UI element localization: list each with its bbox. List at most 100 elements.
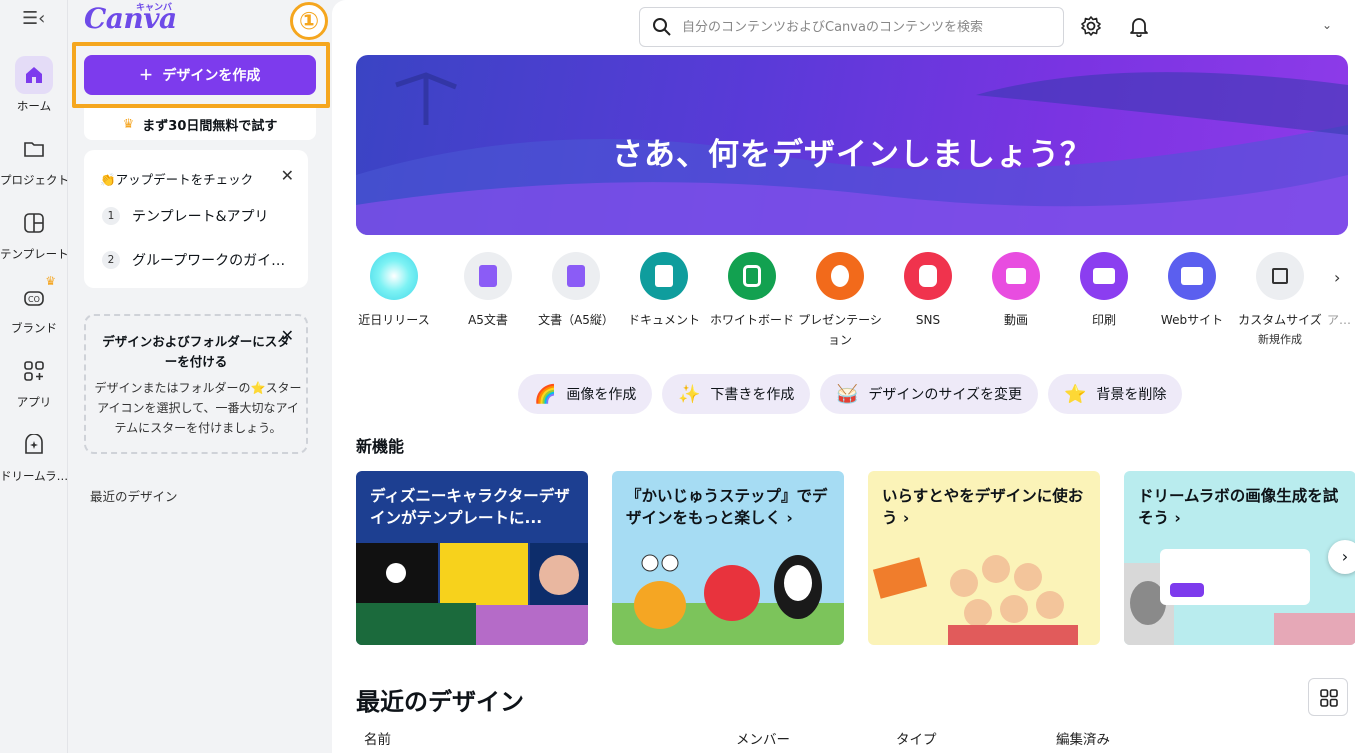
gear-icon[interactable] — [1080, 15, 1102, 37]
logo-kana: キャンバ — [136, 3, 173, 13]
free-trial-button[interactable]: ♛ まず30日間無料で試す — [84, 108, 316, 140]
design-type-a5-portrait[interactable]: 文書（A5縦） — [532, 252, 620, 330]
design-type-custom-size[interactable]: カスタムサイズ 新規作成 — [1236, 252, 1324, 350]
column-header-edited[interactable]: 編集済み — [1056, 728, 1110, 748]
feature-card-image — [872, 555, 1078, 645]
design-type-sns[interactable]: SNS — [884, 252, 972, 330]
chip-label: 下書きを作成 — [710, 387, 795, 403]
chevron-down-icon[interactable]: ⌄ — [1322, 18, 1332, 32]
document-icon — [552, 252, 600, 300]
design-type-presentation[interactable]: プレゼンテーション — [796, 252, 884, 350]
star-tip-title: デザインおよびフォルダーにスターを付ける — [102, 334, 290, 369]
update-item[interactable]: 1 テンプレート&アプリ — [102, 206, 302, 226]
search-box[interactable] — [639, 7, 1064, 47]
free-trial-label: まず30日間無料で試す — [142, 118, 278, 134]
bell-icon[interactable] — [1128, 15, 1150, 37]
feature-card-image — [612, 554, 844, 645]
feature-card-dream-lab[interactable]: ドリームラボの画像生成を試そう › — [1124, 471, 1355, 645]
feature-card-image — [356, 543, 588, 645]
update-item[interactable]: 2 グループワークのガイ… — [102, 250, 302, 270]
chip-label: デザインのサイズを変更 — [868, 387, 1023, 403]
close-icon[interactable]: ✕ — [281, 326, 294, 345]
crop-icon — [1256, 252, 1304, 300]
docs-icon — [640, 252, 688, 300]
column-header-members[interactable]: メンバー — [736, 728, 790, 748]
design-type-label: カスタムサイズ — [1238, 313, 1322, 327]
feature-card-image — [1124, 549, 1355, 645]
home-icon — [15, 56, 53, 94]
chevron-right-icon[interactable]: › — [1328, 540, 1355, 574]
design-type-label: 動画 — [1003, 313, 1028, 327]
search-input[interactable] — [682, 19, 1042, 35]
feature-card-kaiju[interactable]: 『かいじゅうステップ』でデザインをもっと楽しく › — [612, 471, 844, 645]
document-icon — [464, 252, 512, 300]
create-design-button[interactable]: + デザインを作成 — [84, 55, 316, 95]
whiteboard-icon — [728, 252, 776, 300]
rail-item-templates[interactable]: テンプレート — [0, 204, 68, 262]
magic-wand-icon: ✨ — [678, 383, 701, 405]
resize-icon: 🥁 — [836, 383, 859, 405]
close-icon[interactable]: ✕ — [281, 166, 294, 185]
rail-item-home[interactable]: ホーム — [0, 56, 68, 114]
design-type-label: ア… — [1326, 313, 1351, 327]
chip-create-image[interactable]: 🌈 画像を作成 — [518, 374, 653, 414]
design-type-a5-doc[interactable]: A5文書 — [444, 252, 532, 330]
left-rail: ☰‹ ホーム プロジェクト テンプレート ♛ CO ブランド アプリ ドリームラ… — [0, 0, 68, 753]
design-type-label: ホワイトボード — [709, 313, 794, 327]
hero-banner: さあ、何をデザインしましょう？ — [356, 55, 1348, 235]
plus-icon: + — [139, 62, 153, 87]
side-panel: Canva キャンバ ① + デザインを作成 ♛ まず30日間無料で試す 👏アッ… — [68, 0, 332, 753]
design-type-website[interactable]: Webサイト — [1148, 252, 1236, 330]
design-type-label: プレゼンテーション — [798, 313, 882, 347]
column-header-type[interactable]: タイプ — [896, 728, 937, 748]
design-type-label: 印刷 — [1091, 313, 1116, 327]
feature-card-title: ディズニーキャラクターデザインがテンプレートに... — [370, 487, 570, 527]
chip-resize-design[interactable]: 🥁 デザインのサイズを変更 — [820, 374, 1039, 414]
design-type-more[interactable]: ア… — [1324, 252, 1354, 330]
step-marker: ① — [290, 2, 328, 40]
sparkle-icon — [370, 252, 418, 300]
design-type-coming-soon[interactable]: 近日リリース — [350, 252, 438, 330]
template-icon — [15, 204, 53, 242]
update-item-label: グループワークのガイ… — [132, 253, 286, 269]
update-item-label: テンプレート&アプリ — [132, 209, 269, 225]
feature-card-irasutoya[interactable]: いらすとやをデザインに使おう › — [868, 471, 1100, 645]
grid-view-button[interactable] — [1308, 678, 1348, 716]
brand-icon: CO — [15, 278, 53, 316]
feature-card-title: いらすとやをデザインに使おう › — [882, 487, 1084, 527]
design-type-label: 近日リリース — [358, 313, 430, 327]
rail-item-dream-lab[interactable]: ドリームラ… — [0, 426, 68, 484]
menu-toggle-icon[interactable]: ☰‹ — [22, 8, 45, 29]
recent-designs-title: 最近のデザイン — [356, 688, 524, 716]
star-tip-body: デザインまたはフォルダーの⭐スターアイコンを選択して、一番大切なアイテムにスター… — [94, 381, 302, 435]
feature-card-title: 『かいじゅうステップ』でデザインをもっと楽しく › — [626, 487, 828, 527]
create-design-label: デザインを作成 — [162, 67, 261, 83]
chip-remove-background[interactable]: ⭐ 背景を削除 — [1048, 374, 1183, 414]
update-card-title: 👏アップデートをチェック — [100, 172, 254, 187]
feature-card-disney[interactable]: ディズニーキャラクターデザインがテンプレートに... — [356, 471, 588, 645]
main-content: ⌄ さあ、何をデザインしましょう？ 近日リリース A5文書 文書（A5縦） ドキ… — [332, 0, 1355, 753]
recent-designs-link[interactable]: 最近のデザイン — [90, 486, 178, 505]
column-header-name[interactable]: 名前 — [364, 728, 391, 748]
printer-icon — [1080, 252, 1128, 300]
chip-create-draft[interactable]: ✨ 下書きを作成 — [662, 374, 811, 414]
chip-label: 背景を削除 — [1096, 387, 1167, 403]
design-type-video[interactable]: 動画 — [972, 252, 1060, 330]
design-type-print[interactable]: 印刷 — [1060, 252, 1148, 330]
heart-icon — [904, 252, 952, 300]
rail-item-brand[interactable]: ♛ CO ブランド — [0, 274, 68, 336]
crown-icon: ♛ — [122, 116, 135, 132]
search-icon — [653, 18, 671, 36]
rail-item-apps[interactable]: アプリ — [0, 352, 68, 410]
hero-title: さあ、何をデザインしましょう？ — [612, 137, 1092, 173]
rail-item-projects[interactable]: プロジェクト — [0, 130, 68, 188]
update-item-number: 2 — [102, 251, 120, 269]
design-type-label: ドキュメント — [627, 313, 700, 327]
design-type-docs[interactable]: ドキュメント — [620, 252, 708, 330]
update-card: 👏アップデートをチェック ✕ 1 テンプレート&アプリ 2 グループワークのガイ… — [84, 150, 308, 288]
design-type-label: A5文書 — [468, 313, 508, 327]
chevron-right-icon[interactable]: › — [1334, 268, 1340, 287]
design-type-whiteboard[interactable]: ホワイトボード — [708, 252, 796, 330]
update-item-number: 1 — [102, 207, 120, 225]
grid-icon — [1320, 689, 1338, 707]
